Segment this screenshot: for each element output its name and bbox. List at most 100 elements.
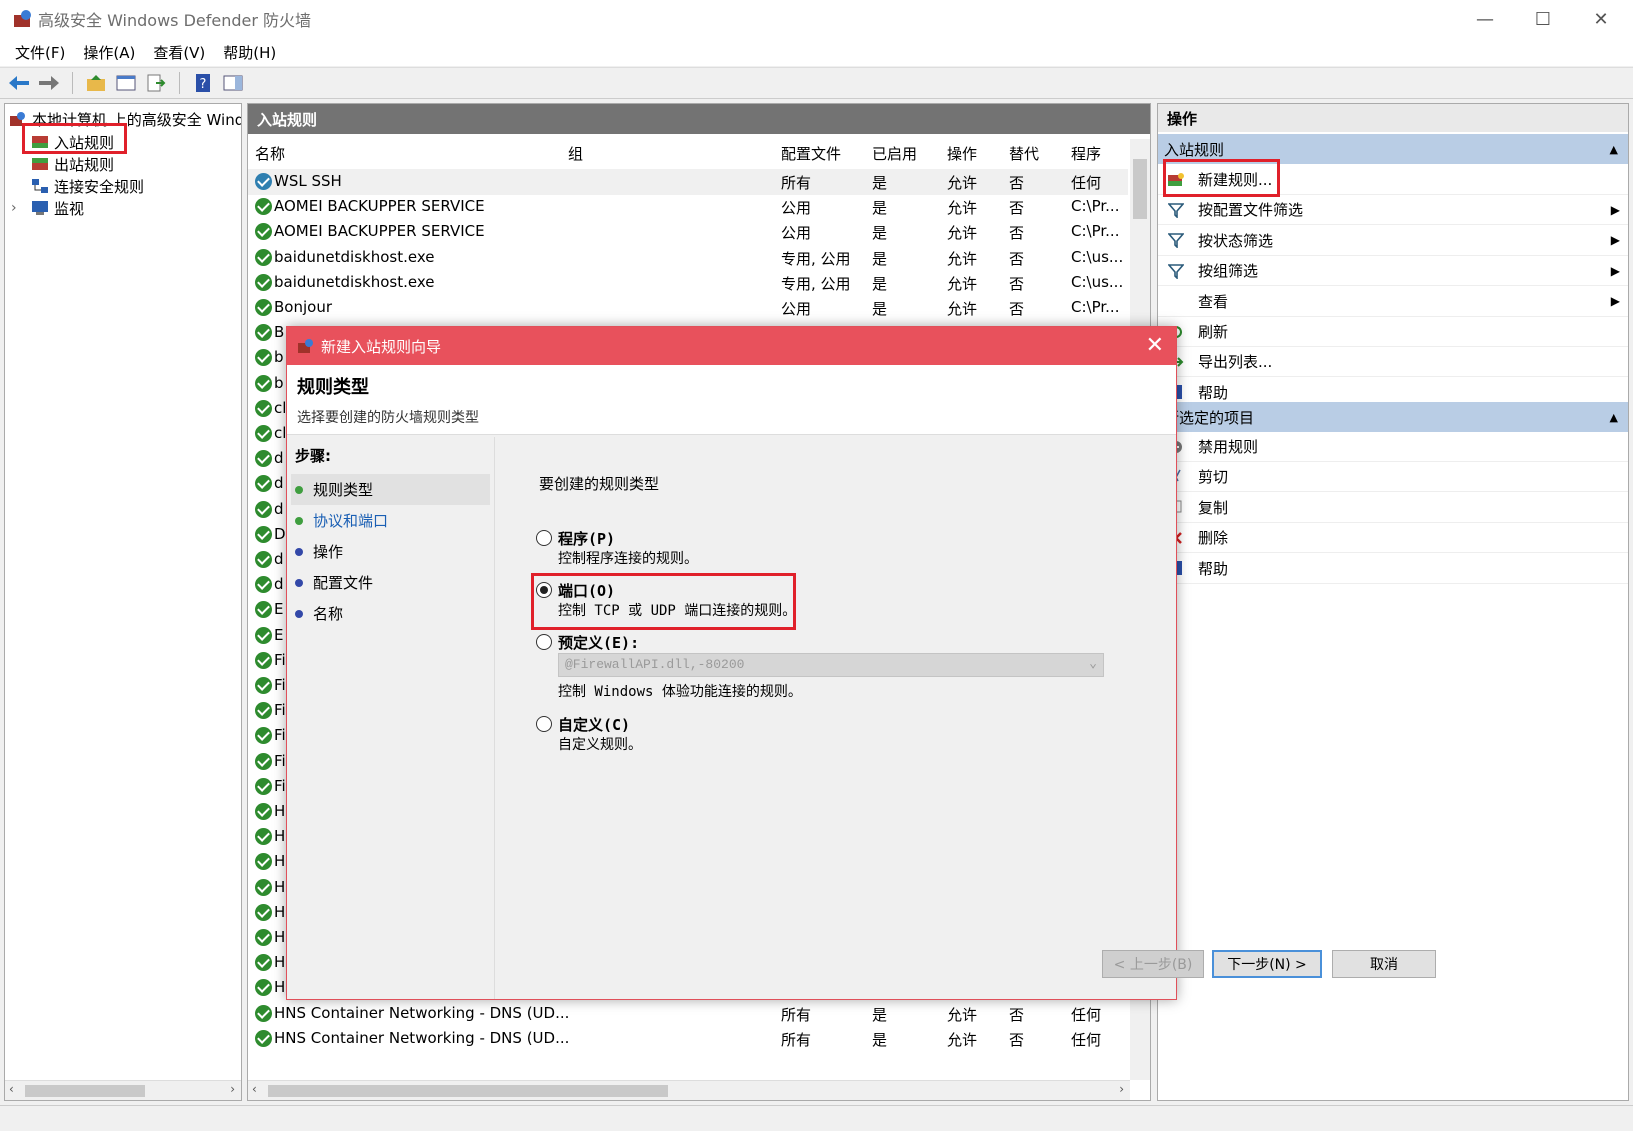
table-row[interactable]: HNS Container Networking - DNS (UD... 所有 是… (248, 1001, 1128, 1027)
cell-name: Bonjour (274, 298, 332, 316)
show-tree-button[interactable] (113, 70, 139, 96)
new-inbound-rule-wizard: 新建入站规则向导 ✕ 规则类型 选择要创建的防火墙规则类型 步骤: 规则类型 协… (286, 326, 1436, 1000)
col-profile[interactable]: 配置文件 (781, 143, 841, 164)
help-button[interactable]: ? (190, 70, 216, 96)
menu-file[interactable]: 文件(F) (6, 42, 74, 63)
action-item[interactable]: 帮助 (1158, 554, 1628, 584)
radio-program[interactable] (536, 530, 552, 546)
wizard-icon (298, 339, 313, 353)
col-enabled[interactable]: 已启用 (872, 143, 917, 164)
maximize-button[interactable]: ☐ (1514, 0, 1572, 38)
toolbar-separator (72, 72, 73, 94)
minimize-button[interactable]: — (1456, 0, 1514, 38)
predefined-dropdown[interactable]: @FirewallAPI.dll,-80200 ⌄ (558, 653, 1104, 677)
scroll-left-icon[interactable]: ‹ (252, 1082, 257, 1096)
step-label: 名称 (313, 605, 344, 623)
table-row[interactable]: baidunetdiskhost.exe 专用, 公用 是 允许 否 C:\us... (248, 245, 1128, 271)
radio-custom[interactable] (536, 716, 552, 732)
inbound-rules-icon (32, 136, 48, 148)
close-window-button[interactable]: ✕ (1572, 0, 1630, 38)
actions-section-inbound[interactable]: 入站规则 ▲ (1158, 134, 1628, 164)
console-tree-icon (116, 75, 136, 91)
expand-chevron-icon[interactable]: › (11, 200, 31, 216)
scroll-thumb[interactable] (1133, 159, 1147, 219)
cancel-button[interactable]: 取消 (1332, 950, 1436, 978)
action-item[interactable]: 禁用规则 (1158, 432, 1628, 462)
cell-name: D (274, 524, 286, 543)
tree-item-connection-security[interactable]: 连接安全规则 (31, 175, 144, 197)
col-name[interactable]: 名称 (255, 143, 285, 164)
step-protocol-ports[interactable]: 协议和端口 (287, 505, 494, 536)
table-row[interactable]: AOMEI BACKUPPER SERVICE 公用 是 允许 否 C:\Pr... (248, 219, 1128, 245)
action-item[interactable]: 导出列表... (1158, 347, 1628, 378)
radio-port[interactable] (536, 582, 552, 598)
cell-override: 否 (1009, 274, 1025, 293)
step-action[interactable]: 操作 (287, 536, 494, 567)
outbound-rules-icon (32, 158, 48, 170)
step-name[interactable]: 名称 (287, 598, 494, 629)
rules-horizontal-scrollbar[interactable]: ‹ › (248, 1080, 1130, 1100)
scroll-right-icon[interactable]: › (1119, 1082, 1124, 1096)
table-row[interactable]: Bonjour 公用 是 允许 否 C:\Pr... (248, 295, 1128, 321)
scroll-right-icon[interactable]: › (230, 1082, 235, 1096)
table-row[interactable]: WSL SSH 所有 是 允许 否 任何 (248, 169, 1128, 195)
action-item[interactable]: 查看 ▶ (1158, 287, 1628, 317)
menu-help[interactable]: 帮助(H) (214, 42, 285, 63)
step-rule-type[interactable]: 规则类型 (291, 474, 490, 505)
enabled-check-icon (255, 702, 272, 720)
back-step-button[interactable]: < 上一步(B) (1102, 950, 1204, 978)
tree-horizontal-scrollbar[interactable]: ‹ › (5, 1080, 241, 1100)
tree-root[interactable]: 本地计算机 上的高级安全 Windows Defender 防火墙 (9, 108, 241, 130)
table-row[interactable]: baidunetdiskhost.exe 专用, 公用 是 允许 否 C:\us... (248, 270, 1128, 296)
show-action-pane-button[interactable] (220, 70, 246, 96)
action-item[interactable]: 按配置文件筛选 ▶ (1158, 195, 1628, 226)
back-button[interactable] (6, 70, 32, 96)
action-item[interactable]: 按状态筛选 ▶ (1158, 226, 1628, 256)
action-item[interactable]: 剪切 (1158, 462, 1628, 493)
cell-program: 任何 (1071, 174, 1102, 192)
action-item[interactable]: 复制 (1158, 493, 1628, 523)
scroll-thumb[interactable] (25, 1085, 145, 1097)
scroll-left-icon[interactable]: ‹ (9, 1082, 14, 1096)
table-row[interactable]: AOMEI BACKUPPER SERVICE 公用 是 允许 否 C:\Pr... (248, 194, 1128, 220)
cell-profile: 公用 (781, 199, 812, 218)
forward-button[interactable] (36, 70, 62, 96)
col-action[interactable]: 操作 (947, 143, 977, 164)
scroll-thumb[interactable] (268, 1085, 668, 1097)
action-item[interactable]: 新建规则... (1158, 165, 1628, 195)
cell-action: 允许 (947, 199, 978, 218)
cell-name: HNS Container Networking - DNS (UD... (274, 1028, 570, 1047)
action-item[interactable]: 按组筛选 ▶ (1158, 256, 1628, 287)
radio-predefined[interactable] (536, 634, 552, 650)
tree-item-monitoring[interactable]: › 监视 (11, 197, 84, 219)
enabled-check-icon (255, 1004, 272, 1022)
tree-item-outbound-rules[interactable]: 出站规则 (31, 153, 114, 175)
dialog-close-button[interactable]: ✕ (1146, 333, 1164, 358)
col-override[interactable]: 替代 (1009, 143, 1039, 164)
next-step-button[interactable]: 下一步(N) > (1212, 950, 1322, 978)
collapse-caret-icon[interactable]: ▲ (1610, 143, 1618, 156)
option-desc: 自定义规则。 (558, 737, 642, 753)
export-button[interactable] (143, 70, 169, 96)
col-group[interactable]: 组 (568, 143, 583, 164)
tree-root-label: 本地计算机 上的高级安全 Windows Defender 防火墙 (32, 110, 241, 129)
wizard-steps: 步骤: 规则类型 协议和端口 操作 配置文件 名称 (287, 437, 495, 999)
option-desc: 控制 Windows 体验功能连接的规则。 (558, 684, 802, 700)
action-item[interactable]: 删除 (1158, 523, 1628, 554)
action-item[interactable]: 刷新 (1158, 317, 1628, 347)
option-title: 预定义(E): (558, 634, 640, 652)
collapse-caret-icon[interactable]: ▲ (1610, 411, 1618, 424)
table-row[interactable]: HNS Container Networking - DNS (UD... 所有 是… (248, 1026, 1128, 1052)
actions-section-selected[interactable]: 所选定的项目 ▲ (1158, 402, 1628, 432)
up-folder-button[interactable] (83, 70, 109, 96)
forward-arrow-icon (39, 76, 59, 90)
tree-item-inbound-rules[interactable]: 入站规则 (31, 131, 114, 153)
cell-name: H (274, 928, 286, 946)
enabled-check-icon (255, 777, 272, 795)
cell-name: Fi (274, 751, 286, 770)
filter-icon (1166, 262, 1186, 280)
menu-action[interactable]: 操作(A) (74, 42, 144, 63)
col-program[interactable]: 程序 (1071, 143, 1101, 164)
menu-view[interactable]: 查看(V) (144, 42, 214, 63)
step-profile[interactable]: 配置文件 (287, 567, 494, 598)
